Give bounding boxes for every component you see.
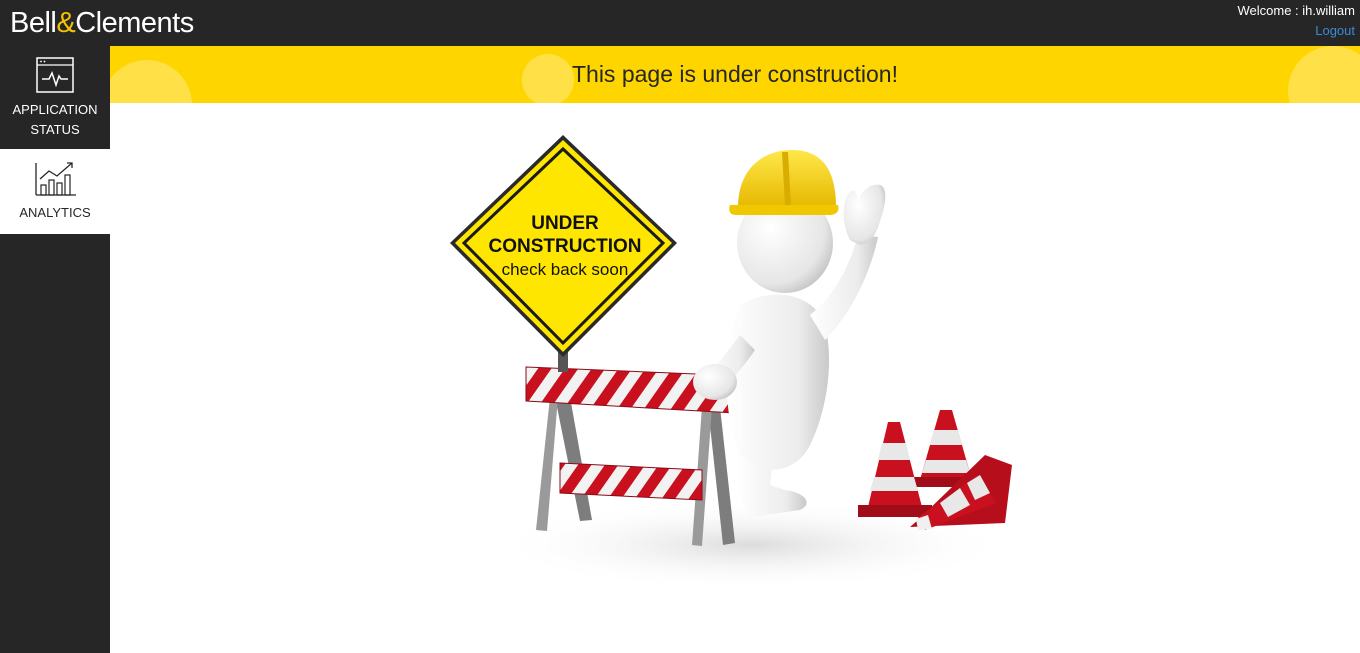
sidebar-item-label: APPLICATION [12, 102, 98, 117]
logo-text-left: Bell [10, 7, 57, 39]
sidebar-item-analytics[interactable]: ANALYTICS [0, 149, 110, 234]
sign-line-1: UNDER [531, 213, 599, 234]
construction-sign: UNDER CONSTRUCTION check back soon [450, 135, 677, 357]
traffic-cones [858, 410, 1012, 530]
sidebar-item-label: STATUS [30, 122, 80, 137]
brand-logo[interactable]: Bell&Clements [4, 5, 200, 42]
logo-ampersand: & [56, 7, 76, 39]
sign-line-3: check back soon [502, 260, 629, 279]
sidebar: APPLICATION STATUS ANALYTICS [0, 46, 110, 653]
sidebar-item-label: ANALYTICS [19, 205, 91, 220]
top-bar: Bell&Clements Welcome : ih.william Logou… [0, 0, 1360, 46]
construction-banner: This page is under construction! [110, 46, 1360, 103]
user-box: Welcome : ih.william Logout [1237, 3, 1355, 40]
bar-chart-trend-icon [35, 162, 76, 196]
logout-link[interactable]: Logout [1237, 22, 1355, 40]
sidebar-item-application-status[interactable]: APPLICATION STATUS [0, 46, 110, 149]
sign-line-2: CONSTRUCTION [488, 236, 641, 257]
banner-message: This page is under construction! [571, 61, 898, 87]
under-construction-illustration: UNDER CONSTRUCTION check back soon [450, 135, 1012, 590]
welcome-text: Welcome : ih.william [1237, 3, 1355, 18]
monitor-heartbeat-icon [36, 57, 74, 93]
logo-text-right: Clements [75, 7, 194, 39]
